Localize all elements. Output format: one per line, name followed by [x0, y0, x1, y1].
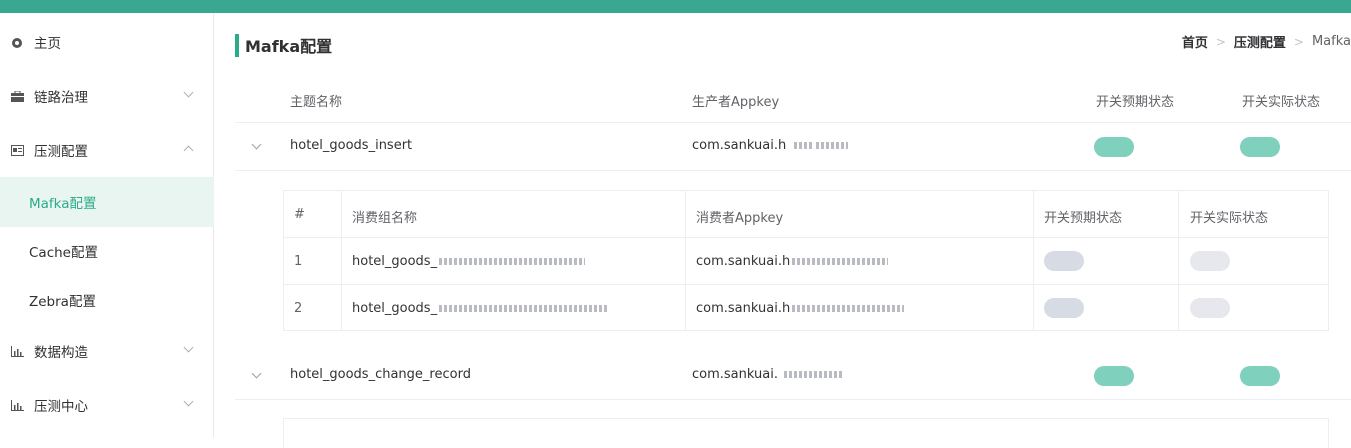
chevron-up-icon [183, 145, 194, 156]
actual-state-switch[interactable] [1240, 137, 1280, 157]
sidebar-item-stress-config[interactable]: 压测配置 [0, 125, 214, 175]
table-header: 主题名称 生产者Appkey 开关预期状态 开关实际状态 [235, 75, 1351, 123]
column-header-expected-state: 开关预期状态 [1044, 211, 1123, 226]
row-index: 1 [294, 254, 303, 269]
title-accent-bar [235, 33, 239, 57]
chevron-down-icon[interactable] [251, 139, 262, 150]
sidebar-item-link-governance[interactable]: 链路治理 [0, 71, 214, 121]
breadcrumb-stress-config[interactable]: 压测配置 [1234, 32, 1286, 51]
column-header-actual-state: 开关实际状态 [1242, 95, 1321, 110]
row-index: 2 [294, 301, 303, 316]
actual-state-switch[interactable] [1190, 251, 1230, 271]
top-bar [0, 0, 1351, 13]
sidebar-item-label: 压测中心 [34, 399, 88, 415]
sidebar-item-label: 压测配置 [34, 144, 88, 160]
table-row: hotel_goods_insert com.sankuai.h [235, 123, 1351, 171]
column-header-consumer-group: 消费组名称 [352, 211, 418, 226]
actual-state-switch[interactable] [1240, 366, 1280, 386]
bar-chart-icon [10, 344, 24, 358]
expected-state-switch[interactable] [1094, 137, 1134, 157]
sidebar: 主页 链路治理 压测配置 Mafka配置 Cache配置 Zebra配置 数据构… [0, 13, 214, 437]
card-icon [10, 143, 24, 157]
breadcrumb: 首页 > 压测配置 > Mafka [1182, 32, 1351, 51]
actual-state-switch[interactable] [1190, 298, 1230, 318]
chevron-down-icon [183, 396, 194, 407]
main-content: Mafka配置 首页 > 压测配置 > Mafka 主题名称 生产者Appkey… [215, 13, 1351, 448]
producer-appkey: com.sankuai.h [692, 138, 849, 153]
subtable-row: 2 hotel_goods_ com.sankuai.h [284, 285, 1328, 332]
consumer-subtable: # 消费组名称 消费者Appkey 开关预期状态 开关实际状态 1 hotel_… [283, 190, 1329, 331]
producer-appkey: com.sankuai. [692, 367, 842, 382]
briefcase-icon [10, 89, 24, 103]
column-header-expected-state: 开关预期状态 [1096, 95, 1175, 110]
table-row: hotel_goods_change_record com.sankuai. [235, 352, 1351, 400]
sidebar-item-label: Cache配置 [29, 245, 98, 261]
sidebar-item-cache-config[interactable]: Cache配置 [0, 226, 214, 276]
chevron-down-icon [183, 342, 194, 353]
consumer-appkey: com.sankuai.h [696, 254, 889, 269]
column-header-actual-state: 开关实际状态 [1190, 211, 1269, 226]
column-header-index: # [294, 207, 305, 222]
breadcrumb-current: Mafka [1311, 34, 1351, 49]
sidebar-item-mafka-config[interactable]: Mafka配置 [0, 177, 214, 227]
consumer-group-name: hotel_goods_ [352, 254, 586, 269]
column-header-topic: 主题名称 [290, 95, 343, 110]
sidebar-item-stress-center[interactable]: 压测中心 [0, 380, 214, 430]
column-header-producer-appkey: 生产者Appkey [692, 95, 780, 110]
chevron-down-icon[interactable] [251, 368, 262, 379]
consumer-group-name: hotel_goods_ [352, 301, 610, 316]
sidebar-item-label: Mafka配置 [29, 196, 97, 212]
topic-name: hotel_goods_insert [290, 138, 413, 153]
sidebar-item-home[interactable]: 主页 [0, 17, 214, 67]
consumer-subtable [283, 418, 1329, 448]
dashboard-icon [10, 35, 24, 49]
sidebar-item-label: 数据构造 [34, 345, 88, 361]
column-header-consumer-appkey: 消费者Appkey [696, 211, 784, 226]
sidebar-item-label: 链路治理 [34, 90, 88, 106]
subtable-header: # 消费组名称 消费者Appkey 开关预期状态 开关实际状态 [284, 191, 1328, 238]
sidebar-item-zebra-config[interactable]: Zebra配置 [0, 275, 214, 325]
expected-state-switch[interactable] [1044, 251, 1084, 271]
subtable-row: 1 hotel_goods_ com.sankuai.h [284, 238, 1328, 285]
chevron-down-icon [183, 87, 194, 98]
expected-state-switch[interactable] [1094, 366, 1134, 386]
sidebar-item-label: 主页 [34, 36, 61, 52]
topic-name: hotel_goods_change_record [290, 367, 471, 382]
page-header: Mafka配置 [235, 33, 332, 57]
breadcrumb-home[interactable]: 首页 [1182, 32, 1208, 51]
sidebar-item-data-construction[interactable]: 数据构造 [0, 326, 214, 376]
breadcrumb-separator-icon: > [1215, 34, 1226, 49]
bar-chart-icon [10, 398, 24, 412]
sidebar-item-label: Zebra配置 [29, 294, 96, 310]
breadcrumb-separator-icon: > [1293, 34, 1304, 49]
expected-state-switch[interactable] [1044, 298, 1084, 318]
page-title: Mafka配置 [245, 37, 333, 56]
consumer-appkey: com.sankuai.h [696, 301, 905, 316]
